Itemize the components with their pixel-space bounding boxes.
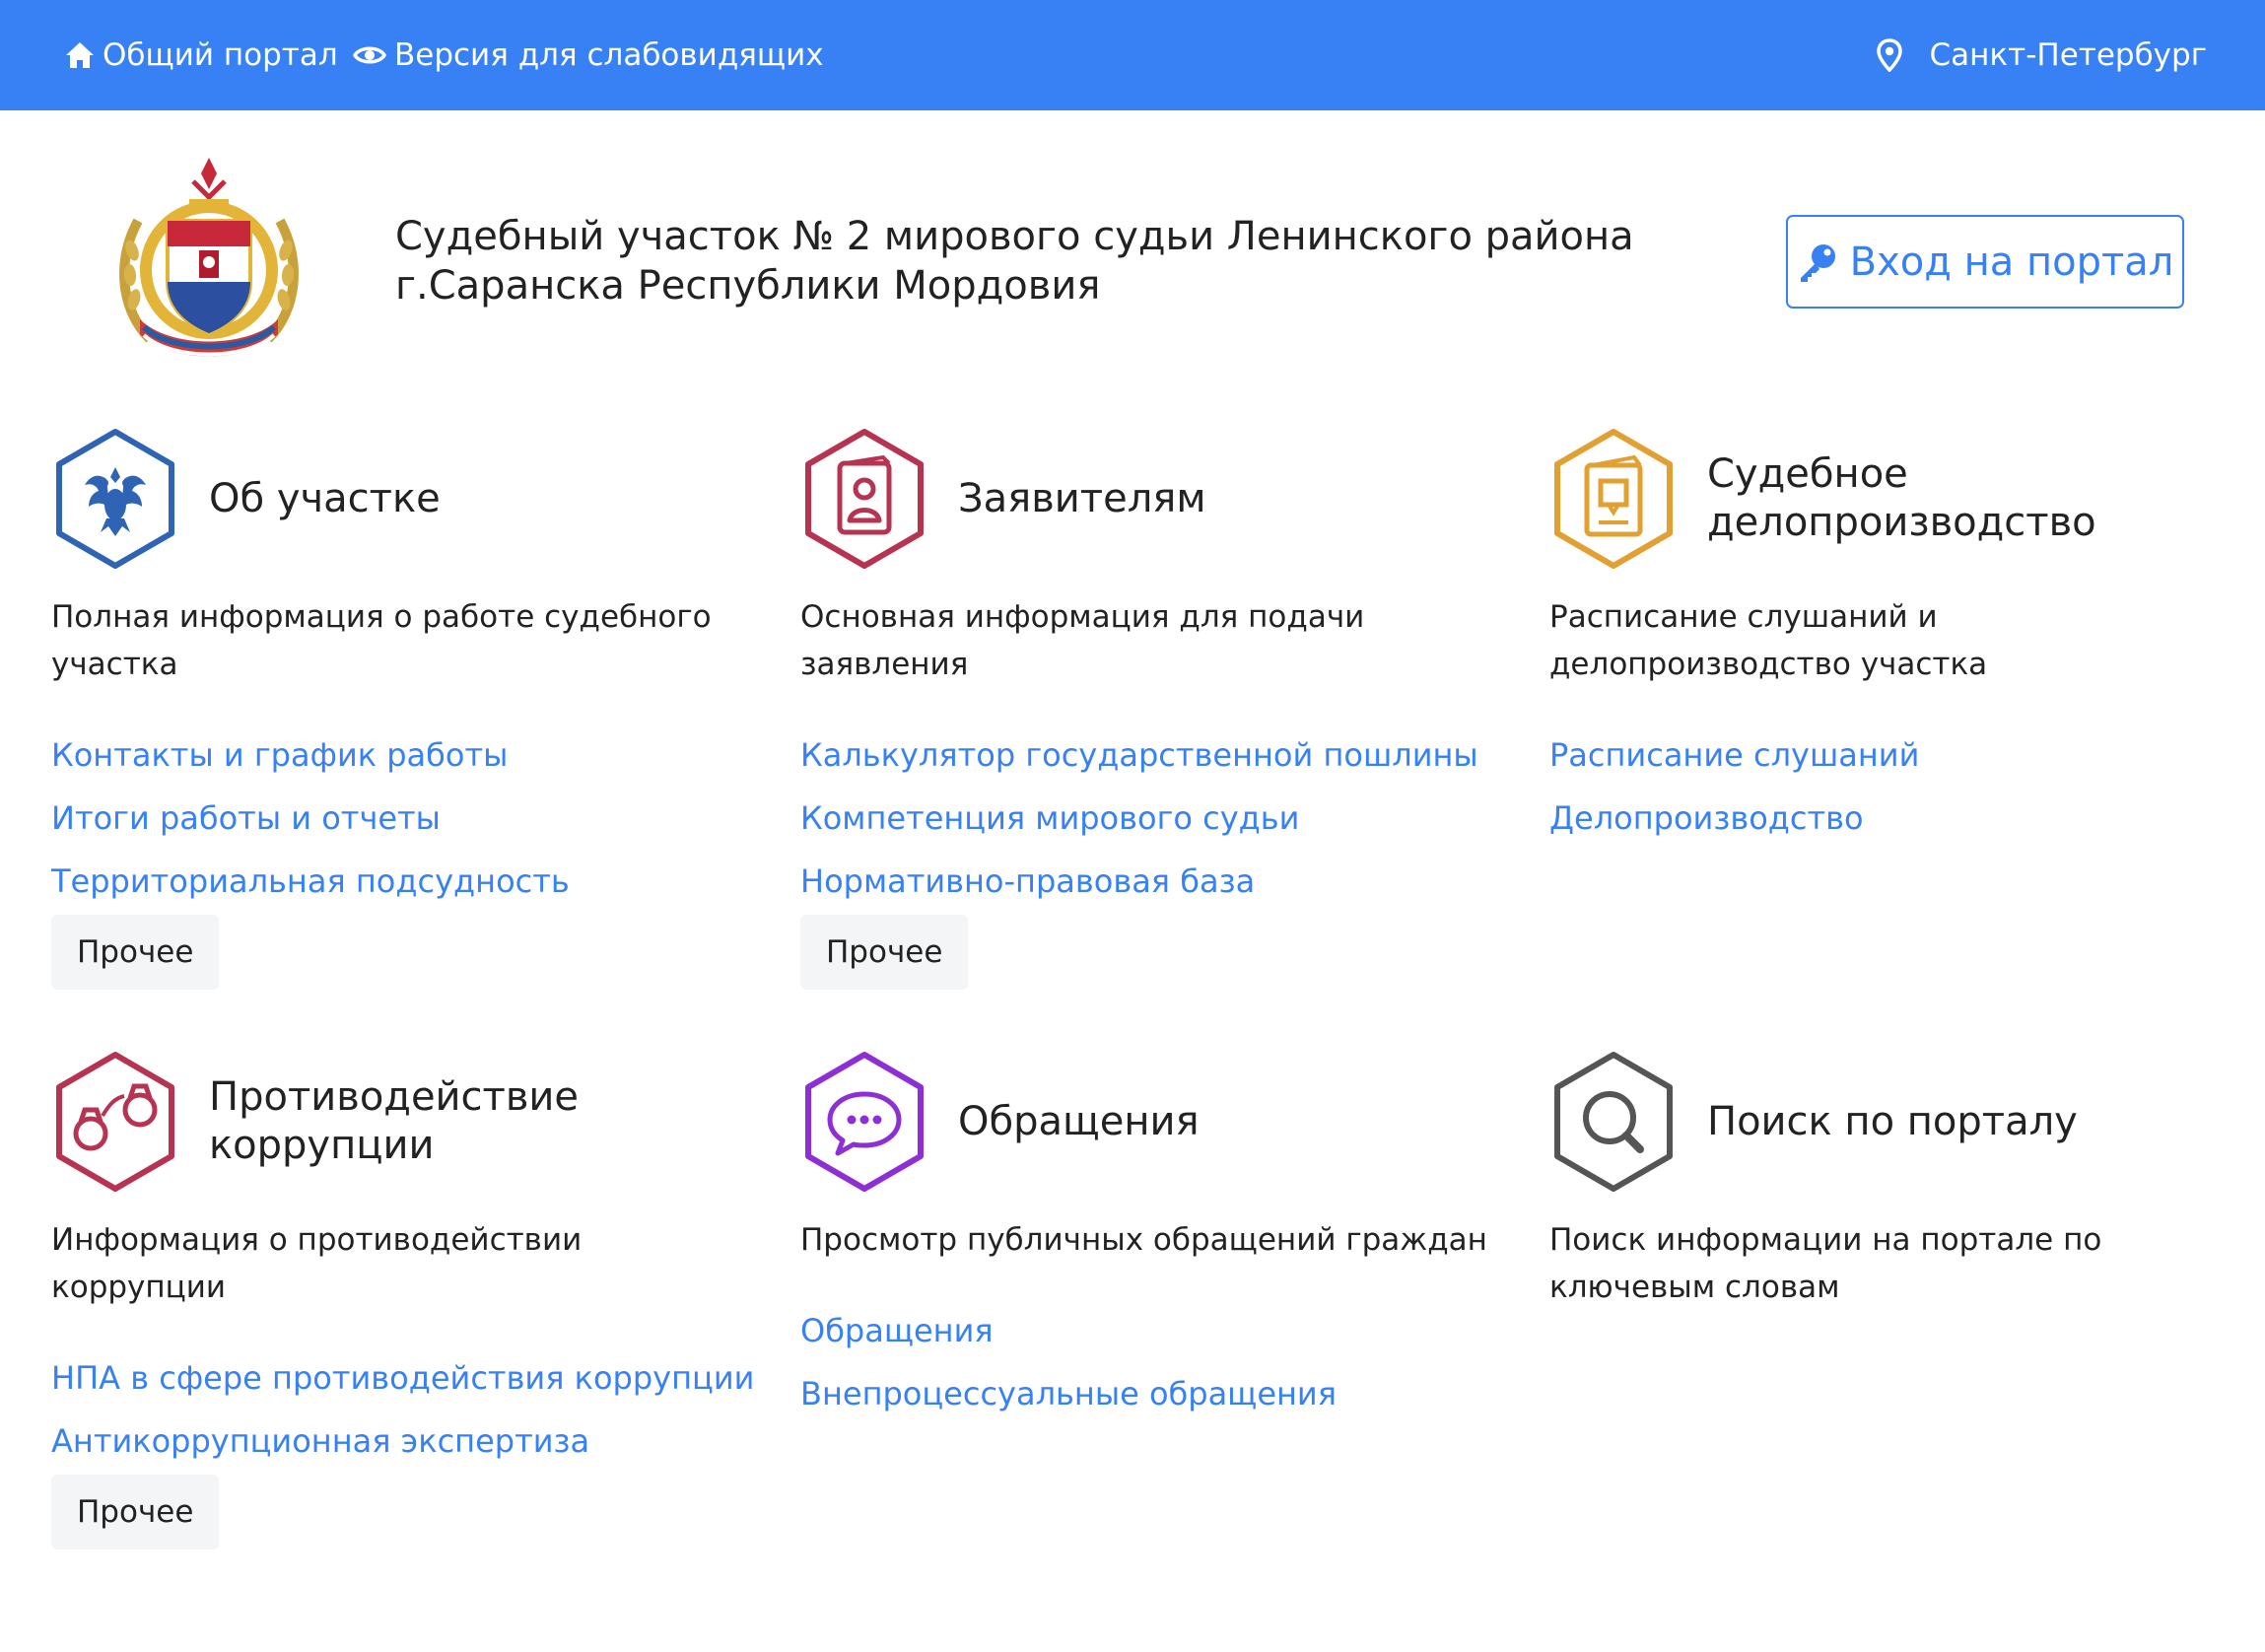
- russian-eagle-icon: [56, 429, 174, 569]
- map-pin-icon: [1876, 38, 1902, 72]
- section-description: Информация о противодействии коррупции: [51, 1222, 583, 1305]
- section-links: Расписание слушаний Делопроизводство: [1549, 723, 2239, 850]
- low-vision-version-link[interactable]: Версия для слабовидящих: [353, 34, 824, 77]
- link-anticorruption-expertise[interactable]: Антикоррупционная экспертиза: [51, 1410, 741, 1473]
- key-icon: [1800, 243, 1835, 282]
- city-selector[interactable]: Санкт-Петербург: [1876, 34, 2208, 77]
- coat-of-arms-emblem: [110, 152, 308, 369]
- section-links: Контакты и график работы Итоги работы и …: [51, 723, 741, 990]
- section-description: Полная информация о работе судебного уча…: [51, 599, 712, 682]
- link-record-keeping[interactable]: Делопроизводство: [1549, 787, 2239, 850]
- section-description: Поиск информации на портале по ключевым …: [1549, 1222, 2102, 1305]
- low-vision-label: Версия для слабовидящих: [394, 37, 824, 73]
- section-title: Поиск по порталу: [1707, 1098, 2078, 1144]
- portal-login-label: Вход на портал: [1849, 239, 2174, 285]
- link-territorial-jurisdiction[interactable]: Территориальная подсудность: [51, 850, 741, 913]
- home-icon: [66, 42, 94, 68]
- link-hearing-schedule[interactable]: Расписание слушаний: [1549, 723, 2239, 787]
- section-description: Расписание слушаний и делопроизводство у…: [1549, 599, 1988, 682]
- section-title: Обращения: [958, 1098, 1200, 1144]
- link-appeals[interactable]: Обращения: [800, 1299, 1490, 1362]
- section-title: Об участке: [209, 475, 441, 521]
- more-button[interactable]: Прочее: [51, 915, 220, 990]
- section-applicants: Заявителям Основная информация для подач…: [800, 428, 1490, 990]
- section-links: Обращения Внепроцессуальные обращения: [800, 1299, 1490, 1425]
- section-anticorruption: Противодействие коррупции Информация о п…: [51, 1051, 754, 1583]
- section-about: Об участке Полная информация о работе су…: [51, 428, 741, 990]
- handcuffs-icon: [56, 1052, 174, 1192]
- general-portal-link[interactable]: Общий портал: [65, 34, 338, 77]
- document-folder-icon: [1554, 429, 1673, 569]
- link-results-reports[interactable]: Итоги работы и отчеты: [51, 787, 741, 850]
- more-button[interactable]: Прочее: [51, 1475, 220, 1549]
- section-description: Просмотр публичных обращений граждан: [800, 1222, 1487, 1258]
- link-extraprocedural-appeals[interactable]: Внепроцессуальные обращения: [800, 1362, 1490, 1425]
- eye-icon: [353, 46, 386, 64]
- section-title: Заявителям: [958, 475, 1206, 521]
- top-navigation-bar: Общий портал Версия для слабовидящих Сан…: [0, 0, 2265, 110]
- section-title: Противодействие коррупции: [209, 1074, 580, 1168]
- link-contacts-schedule[interactable]: Контакты и график работы: [51, 723, 741, 787]
- section-links: НПА в сфере противодействия коррупции Ан…: [51, 1346, 754, 1549]
- magnifier-icon: [1554, 1052, 1673, 1192]
- section-title: Судебное делопроизводство: [1707, 451, 2096, 545]
- section-appeals: Обращения Просмотр публичных обращений г…: [800, 1051, 1490, 1484]
- section-description: Основная информация для подачи заявления: [800, 599, 1365, 682]
- link-anticorruption-npa[interactable]: НПА в сфере противодействия коррупции: [51, 1346, 754, 1410]
- general-portal-label: Общий портал: [103, 37, 338, 73]
- more-button[interactable]: Прочее: [800, 915, 969, 990]
- city-label: Санкт-Петербург: [1929, 37, 2208, 73]
- section-court-records: Судебное делопроизводство Расписание слу…: [1549, 428, 2239, 921]
- section-links: Калькулятор государственной пошлины Комп…: [800, 723, 1490, 990]
- section-portal-search[interactable]: Поиск по порталу Поиск информации на пор…: [1549, 1051, 2239, 1346]
- link-judge-competence[interactable]: Компетенция мирового судьи: [800, 787, 1490, 850]
- link-fee-calculator[interactable]: Калькулятор государственной пошлины: [800, 723, 1490, 787]
- chat-bubble-icon: [805, 1052, 924, 1192]
- portal-login-button[interactable]: Вход на портал: [1786, 215, 2184, 309]
- court-title: Судебный участок № 2 мирового судьи Лени…: [395, 214, 1634, 309]
- link-legal-base[interactable]: Нормативно-правовая база: [800, 850, 1490, 913]
- person-document-icon: [805, 429, 924, 569]
